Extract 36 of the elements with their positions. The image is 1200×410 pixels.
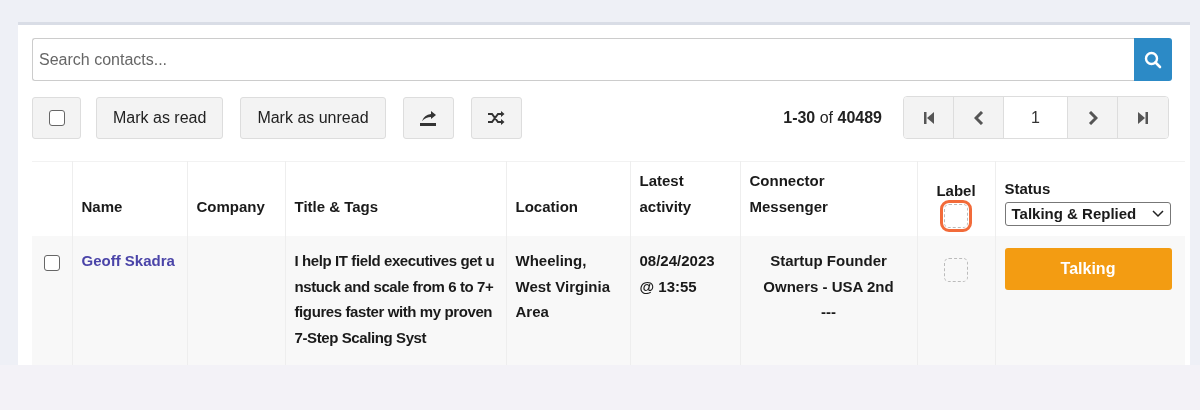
column-header: Label (936, 181, 976, 201)
search-field[interactable]: Search contacts... (32, 38, 1134, 81)
first-page-button[interactable] (904, 97, 954, 138)
connector-text: Startup Founder Owners - USA 2nd (762, 251, 895, 297)
chevron-right-icon (1087, 110, 1098, 125)
export-icon (419, 108, 438, 127)
export-button[interactable] (402, 96, 454, 139)
connector-text: --- (820, 302, 837, 322)
last-page-icon (1137, 110, 1149, 125)
toolbar-button[interactable]: Mark as unread (240, 96, 386, 139)
location-text: Wheeling, West Virginia Area (515, 252, 610, 320)
search-button[interactable] (1134, 38, 1172, 81)
search-icon (1144, 50, 1162, 69)
column-header: Latest activity (639, 171, 693, 217)
chevron-down-icon (1151, 210, 1164, 218)
chevron-left-icon (973, 110, 984, 125)
last-page-button[interactable] (1118, 97, 1168, 138)
activity-text: 08/24/2023 @ 13:55 (639, 252, 715, 295)
column-header: Name (81, 197, 124, 217)
column-header: Company (196, 197, 266, 217)
shuffle-icon (487, 109, 506, 126)
row-checkbox[interactable] (43, 255, 60, 271)
select-all-checkbox[interactable] (48, 109, 65, 126)
toolbar-button[interactable]: Mark as read (96, 96, 224, 139)
column-header: Connector Messenger (749, 171, 829, 217)
column-header: Location (515, 197, 579, 217)
contact-name-link[interactable]: Geoff Skadra (81, 252, 175, 269)
title-text: I help IT field executives get unstuck and scale from 6 to 7+ figures faster with my proven 7-Step Scaling Syst (294, 251, 496, 348)
select-all-button[interactable] (32, 96, 81, 139)
shuffle-button[interactable] (470, 96, 522, 139)
column-header: Title & Tags (294, 197, 380, 217)
result-count: 1-30 of 40489 (783, 108, 882, 127)
status-filter-dropdown[interactable]: Talking & Replied (1004, 202, 1171, 226)
column-header: Status (1004, 179, 1052, 199)
first-page-icon (922, 110, 935, 125)
next-page-button[interactable] (1068, 97, 1118, 138)
